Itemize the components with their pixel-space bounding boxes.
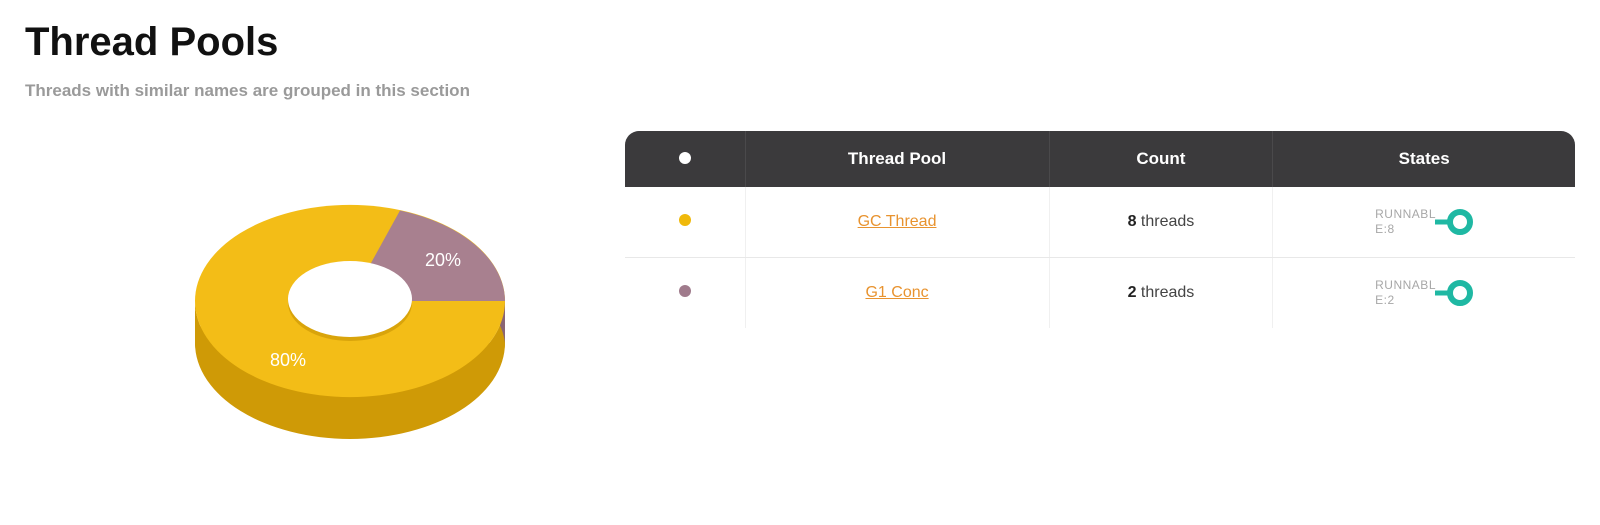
thread-count: 8 threads — [1049, 187, 1273, 258]
slice-label-80: 80% — [270, 350, 306, 370]
runnable-ring-icon — [1447, 209, 1473, 235]
dot-icon — [679, 152, 691, 164]
page-title: Thread Pools — [25, 20, 1575, 65]
thread-count: 2 threads — [1049, 258, 1273, 329]
column-header-pool: Thread Pool — [745, 131, 1049, 187]
page-subtitle: Threads with similar names are grouped i… — [25, 81, 1575, 101]
state-label: RUNNABLE:8 — [1375, 207, 1437, 237]
runnable-ring-icon — [1447, 280, 1473, 306]
state-label: RUNNABLE:2 — [1375, 278, 1437, 308]
column-header-states: States — [1273, 131, 1575, 187]
thread-pool-link[interactable]: G1 Conc — [865, 284, 928, 301]
table-row: G1 Conc 2 threads RUNNABLE:2 — [625, 258, 1575, 329]
legend-dot-icon — [679, 214, 691, 226]
donut-chart: 20% 80% — [25, 131, 585, 471]
thread-pool-link[interactable]: GC Thread — [858, 213, 937, 230]
column-header-dot — [625, 131, 745, 187]
legend-dot-icon — [679, 285, 691, 297]
table-row: GC Thread 8 threads RUNNABLE:8 — [625, 187, 1575, 258]
thread-pool-table: Thread Pool Count States GC Thread 8 thr… — [625, 131, 1575, 328]
column-header-count: Count — [1049, 131, 1273, 187]
slice-label-20: 20% — [425, 250, 461, 270]
